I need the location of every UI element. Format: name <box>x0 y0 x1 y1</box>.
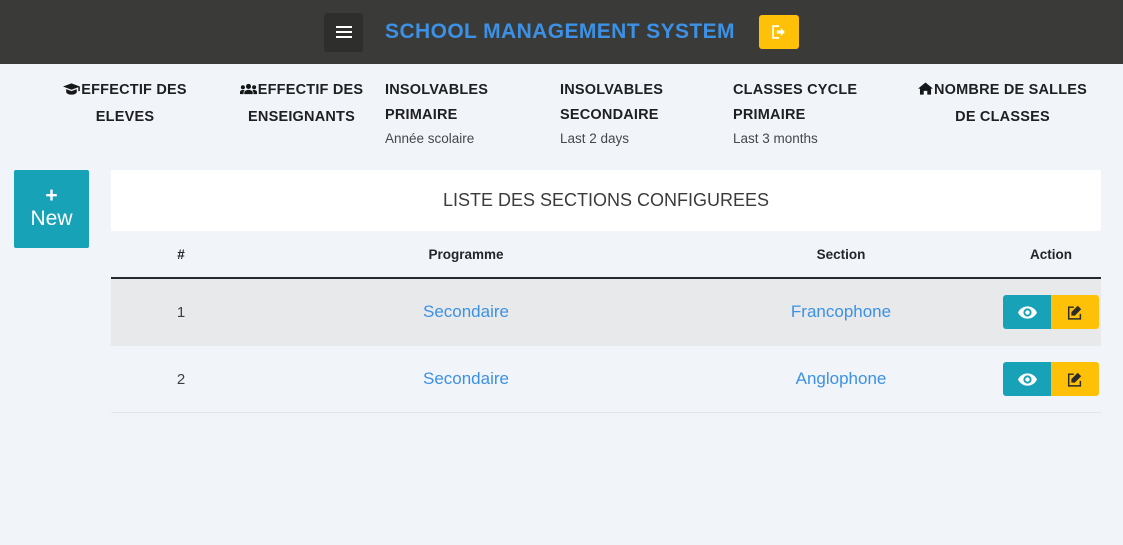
cell-programme[interactable]: Secondaire <box>251 278 681 346</box>
nav-item-effectif-des-enseignants[interactable]: EFFECTIF DES ENSEIGNANTS <box>200 78 385 130</box>
view-button[interactable] <box>1003 362 1051 396</box>
action-button-group <box>1003 362 1099 396</box>
pencil-square-icon <box>1067 371 1084 388</box>
edit-button[interactable] <box>1051 362 1099 396</box>
sections-panel: LISTE DES SECTIONS CONFIGUREES # Program… <box>111 170 1101 413</box>
column-header-programme: Programme <box>251 231 681 279</box>
top-navbar: SCHOOL MANAGEMENT SYSTEM <box>0 0 1123 64</box>
view-button[interactable] <box>1003 295 1051 329</box>
cell-index: 1 <box>111 278 251 346</box>
logout-button[interactable] <box>758 15 799 49</box>
edit-button[interactable] <box>1051 295 1099 329</box>
graduation-cap-icon <box>63 80 81 105</box>
nav-item-classes-cycle-primaire[interactable]: CLASSES CYCLE PRIMAIRE Last 3 months <box>733 78 910 150</box>
nav-item-effectif-des-eleves[interactable]: EFFECTIF DES ELEVES <box>0 78 200 130</box>
nav-item-label: EFFECTIF DES ENSEIGNANTS <box>248 82 364 125</box>
pencil-square-icon <box>1067 304 1084 321</box>
column-header-index: # <box>111 231 251 279</box>
nav-item-label: INSOLVABLES PRIMAIRE <box>385 82 489 123</box>
nav-item-label: EFFECTIF DES ELEVES <box>81 82 187 125</box>
table-head: # Programme Section Action <box>111 231 1101 279</box>
sign-out-icon <box>770 23 788 41</box>
cell-action <box>1001 278 1101 346</box>
brand-title[interactable]: SCHOOL MANAGEMENT SYSTEM <box>385 20 735 44</box>
main-content: + New LISTE DES SECTIONS CONFIGUREES # P… <box>0 154 1123 413</box>
nav-item-insolvables-primaire[interactable]: INSOLVABLES PRIMAIRE Année scolaire <box>385 78 560 150</box>
home-icon <box>917 80 933 105</box>
table-header-row: # Programme Section Action <box>111 231 1101 279</box>
cell-programme[interactable]: Secondaire <box>251 345 681 413</box>
nav-item-nombre-de-salles-de-classes[interactable]: NOMBRE DE SALLES DE CLASSES <box>910 78 1095 130</box>
navbar-inner: SCHOOL MANAGEMENT SYSTEM <box>324 12 799 52</box>
cell-section[interactable]: Anglophone <box>681 345 1001 413</box>
table-body: 1 Secondaire Francophone 2 Secondaire An… <box>111 278 1101 413</box>
stats-nav-strip: EFFECTIF DES ELEVES EFFECTIF DES ENSEIGN… <box>0 64 1123 154</box>
column-header-section: Section <box>681 231 1001 279</box>
nav-item-insolvables-secondaire[interactable]: INSOLVABLES SECONDAIRE Last 2 days <box>560 78 733 150</box>
nav-item-sublabel: Année scolaire <box>385 131 475 146</box>
nav-item-sublabel: Last 3 months <box>733 131 818 146</box>
nav-item-sublabel: Last 2 days <box>560 131 630 146</box>
eye-icon <box>1017 305 1037 319</box>
nav-item-label: INSOLVABLES SECONDAIRE <box>560 82 664 123</box>
cell-index: 2 <box>111 345 251 413</box>
table-row: 2 Secondaire Anglophone <box>111 345 1101 413</box>
new-button[interactable]: + New <box>14 170 89 248</box>
cell-section[interactable]: Francophone <box>681 278 1001 346</box>
sections-table: # Programme Section Action 1 Secondaire … <box>111 231 1101 413</box>
table-row: 1 Secondaire Francophone <box>111 278 1101 346</box>
eye-icon <box>1017 372 1037 386</box>
plus-icon: + <box>45 184 58 207</box>
nav-item-label: NOMBRE DE SALLES DE CLASSES <box>933 82 1088 125</box>
users-icon <box>239 80 257 105</box>
sidebar-toggle-button[interactable] <box>324 12 364 52</box>
action-button-group <box>1003 295 1099 329</box>
cell-action <box>1001 345 1101 413</box>
page-title: LISTE DES SECTIONS CONFIGUREES <box>111 170 1101 231</box>
hamburger-icon <box>335 23 352 41</box>
nav-item-label: CLASSES CYCLE PRIMAIRE <box>733 82 858 123</box>
new-button-label: New <box>30 207 73 230</box>
column-header-action: Action <box>1001 231 1101 279</box>
